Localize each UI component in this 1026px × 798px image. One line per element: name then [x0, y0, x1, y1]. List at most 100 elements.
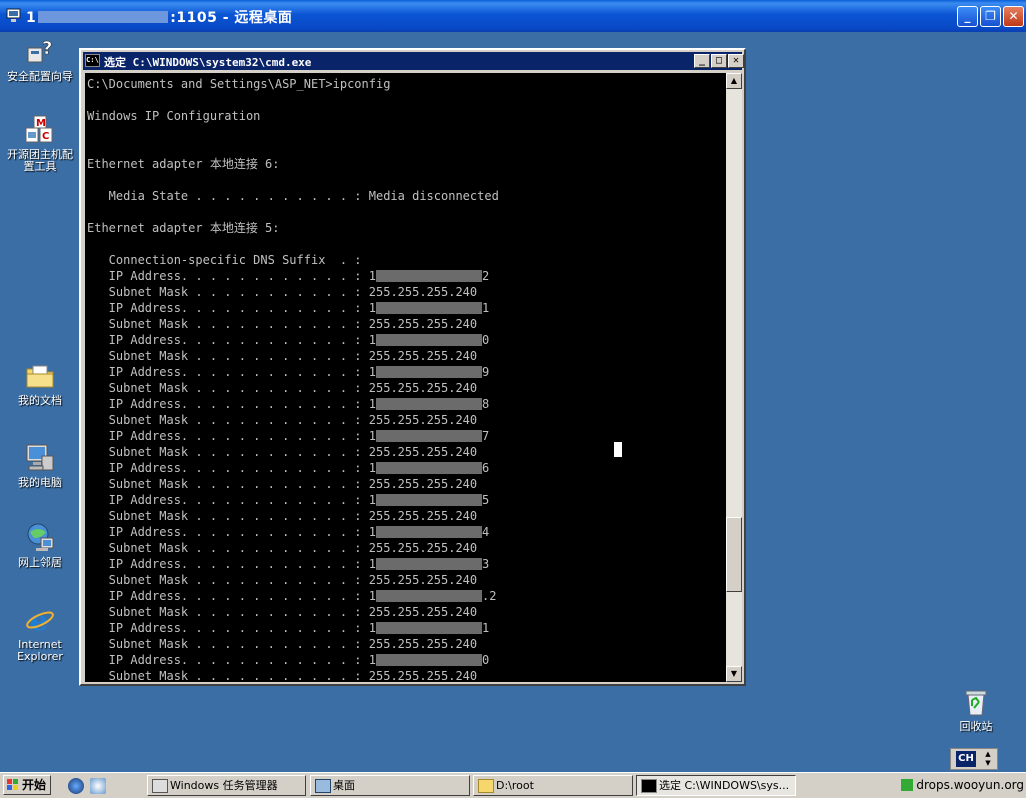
svg-text:?: ?	[42, 38, 52, 59]
subnet-mask-line: Subnet Mask . . . . . . . . . . . : 255.…	[87, 604, 477, 620]
ip-address-label: IP Address. . . . . . . . . . . . :	[87, 333, 369, 347]
ip-address-line: IP Address. . . . . . . . . . . . : 1 6	[87, 460, 490, 476]
desktop-icon-internet-explorer[interactable]: e Internet Explorer	[2, 604, 78, 663]
task-desktop[interactable]: 桌面	[310, 775, 470, 796]
language-options-arrows[interactable]: ▲ ▼	[981, 750, 995, 768]
quicklaunch-ie-icon[interactable]	[68, 778, 84, 794]
computer-icon	[24, 442, 56, 474]
system-tray: drops.wooyun.org	[900, 775, 1024, 796]
subnet-mask-label: Subnet Mask . . . . . . . . . . . :	[87, 669, 369, 682]
language-indicator[interactable]: CH	[956, 751, 976, 767]
console-line: C:\Documents and Settings\ASP_NET>ipconf…	[87, 77, 391, 91]
subnet-mask-line: Subnet Mask . . . . . . . . . . . : 255.…	[87, 284, 477, 300]
console-line: Windows IP Configuration	[87, 109, 261, 123]
ip-address-line: IP Address. . . . . . . . . . . . : 1 4	[87, 524, 490, 540]
ip-address-line: IP Address. . . . . . . . . . . . : 1 .2	[87, 588, 497, 604]
scroll-up-button[interactable]: ▲	[726, 73, 742, 89]
cmd-close-button[interactable]: ✕	[728, 54, 744, 68]
ip-last-digit: 2	[482, 269, 490, 283]
folder-icon	[478, 779, 494, 793]
subnet-mask-label: Subnet Mask . . . . . . . . . . . :	[87, 285, 369, 299]
desktop-icon-security-wizard[interactable]: ? 安全配置向导	[2, 36, 78, 83]
subnet-mask-value: 255.255.255.240	[368, 317, 478, 331]
subnet-mask-value: 255.255.255.240	[368, 445, 478, 459]
cmd-window[interactable]: C:\ 选定 C:\WINDOWS\system32\cmd.exe _ □ ✕…	[79, 48, 746, 686]
subnet-mask-label: Subnet Mask . . . . . . . . . . . :	[87, 317, 369, 331]
scroll-down-button[interactable]: ▼	[726, 666, 742, 682]
redacted-ip	[376, 494, 482, 506]
ip-address-line: IP Address. . . . . . . . . . . . : 1 2	[87, 268, 490, 284]
desktop-icon-network-places[interactable]: 网上邻居	[2, 522, 78, 569]
cmd-maximize-button[interactable]: □	[711, 54, 727, 68]
subnet-mask-line: Subnet Mask . . . . . . . . . . . : 255.…	[87, 316, 477, 332]
subnet-mask-value: 255.255.255.240	[368, 381, 478, 395]
quicklaunch-show-desktop-icon[interactable]	[90, 778, 106, 794]
redacted-ip	[376, 462, 482, 474]
ip-address-label: IP Address. . . . . . . . . . . . :	[87, 269, 369, 283]
language-bar[interactable]: CH ▲ ▼	[950, 748, 998, 770]
subnet-mask-line: Subnet Mask . . . . . . . . . . . : 255.…	[87, 476, 477, 492]
ip-address-line: IP Address. . . . . . . . . . . . : 1 7	[87, 428, 490, 444]
ip-last-digit: 7	[482, 429, 490, 443]
ip-address-label: IP Address. . . . . . . . . . . . :	[87, 429, 369, 443]
scroll-thumb[interactable]	[726, 517, 742, 592]
subnet-mask-label: Subnet Mask . . . . . . . . . . . :	[87, 413, 369, 427]
network-tray-icon[interactable]	[900, 779, 913, 791]
start-button[interactable]: 开始	[3, 775, 51, 795]
subnet-mask-value: 255.255.255.240	[368, 605, 478, 619]
task-explorer-root[interactable]: D:\root	[473, 775, 633, 796]
ip-address-label: IP Address. . . . . . . . . . . . :	[87, 397, 369, 411]
ip-last-digit: 1	[482, 621, 490, 635]
cmd-minimize-button[interactable]: _	[694, 54, 710, 68]
redacted-ip	[376, 622, 482, 634]
cmd-vertical-scrollbar[interactable]: ▲ ▼	[726, 73, 742, 682]
console-output[interactable]: C:\Documents and Settings\ASP_NET>ipconf…	[85, 73, 726, 682]
windows-flag-icon	[7, 779, 19, 791]
redacted-ip	[376, 398, 482, 410]
cmd-title-bar[interactable]: C:\ 选定 C:\WINDOWS\system32\cmd.exe _ □ ✕	[83, 52, 744, 70]
ip-first-digit: 1	[368, 269, 376, 283]
desktop-icon-my-documents[interactable]: 我的文档	[2, 360, 78, 407]
desktop-icon-host-config-tool[interactable]: M C 开源团主机配置工具	[2, 114, 78, 173]
close-button[interactable]: ✕	[1003, 6, 1024, 27]
ip-last-digit: 5	[482, 493, 490, 507]
subnet-mask-value: 255.255.255.240	[368, 669, 478, 682]
subnet-mask-label: Subnet Mask . . . . . . . . . . . :	[87, 381, 369, 395]
subnet-mask-line: Subnet Mask . . . . . . . . . . . : 255.…	[87, 348, 477, 364]
security-wizard-icon: ?	[24, 36, 56, 68]
redacted-ip	[376, 590, 482, 602]
ip-last-digit: 6	[482, 461, 490, 475]
subnet-mask-value: 255.255.255.240	[368, 413, 478, 427]
task-cmd[interactable]: 选定 C:\WINDOWS\sys...	[636, 775, 796, 796]
ip-first-digit: 1	[368, 589, 376, 603]
console-line: Connection-specific DNS Suffix . :	[87, 253, 362, 267]
ip-address-line: IP Address. . . . . . . . . . . . : 1 0	[87, 652, 490, 668]
ip-first-digit: 1	[368, 333, 376, 347]
redacted-ip	[376, 558, 482, 570]
desktop-icon-my-computer[interactable]: 我的电脑	[2, 442, 78, 489]
subnet-mask-line: Subnet Mask . . . . . . . . . . . : 255.…	[87, 636, 477, 652]
task-task-manager[interactable]: Windows 任务管理器	[147, 775, 306, 796]
restore-button[interactable]: ❐	[980, 6, 1001, 27]
subnet-mask-line: Subnet Mask . . . . . . . . . . . : 255.…	[87, 380, 477, 396]
subnet-mask-label: Subnet Mask . . . . . . . . . . . :	[87, 605, 369, 619]
taskbar: 开始 Windows 任务管理器 桌面 D:\root 选定 C:\WINDOW…	[0, 772, 1026, 798]
ip-address-line: IP Address. . . . . . . . . . . . : 1 3	[87, 556, 490, 572]
ip-last-digit: 8	[482, 397, 490, 411]
subnet-mask-label: Subnet Mask . . . . . . . . . . . :	[87, 637, 369, 651]
subnet-mask-value: 255.255.255.240	[368, 573, 478, 587]
desktop-icon-recycle-bin[interactable]: 回收站	[938, 686, 1014, 733]
redacted-ip	[376, 270, 482, 282]
console-line: Ethernet adapter 本地连接 6:	[87, 157, 280, 171]
ip-first-digit: 1	[368, 461, 376, 475]
subnet-mask-label: Subnet Mask . . . . . . . . . . . :	[87, 477, 369, 491]
minimize-button[interactable]: _	[957, 6, 978, 27]
ip-first-digit: 1	[368, 493, 376, 507]
cmd-title: 选定 C:\WINDOWS\system32\cmd.exe	[104, 56, 312, 69]
task-manager-icon	[152, 779, 168, 793]
text-cursor	[614, 442, 622, 457]
folder-icon	[24, 360, 56, 392]
remote-desktop-title-bar[interactable]: 1:1105 - 远程桌面 _ ❐ ✕	[0, 0, 1026, 32]
ip-first-digit: 1	[368, 621, 376, 635]
ip-address-label: IP Address. . . . . . . . . . . . :	[87, 621, 369, 635]
